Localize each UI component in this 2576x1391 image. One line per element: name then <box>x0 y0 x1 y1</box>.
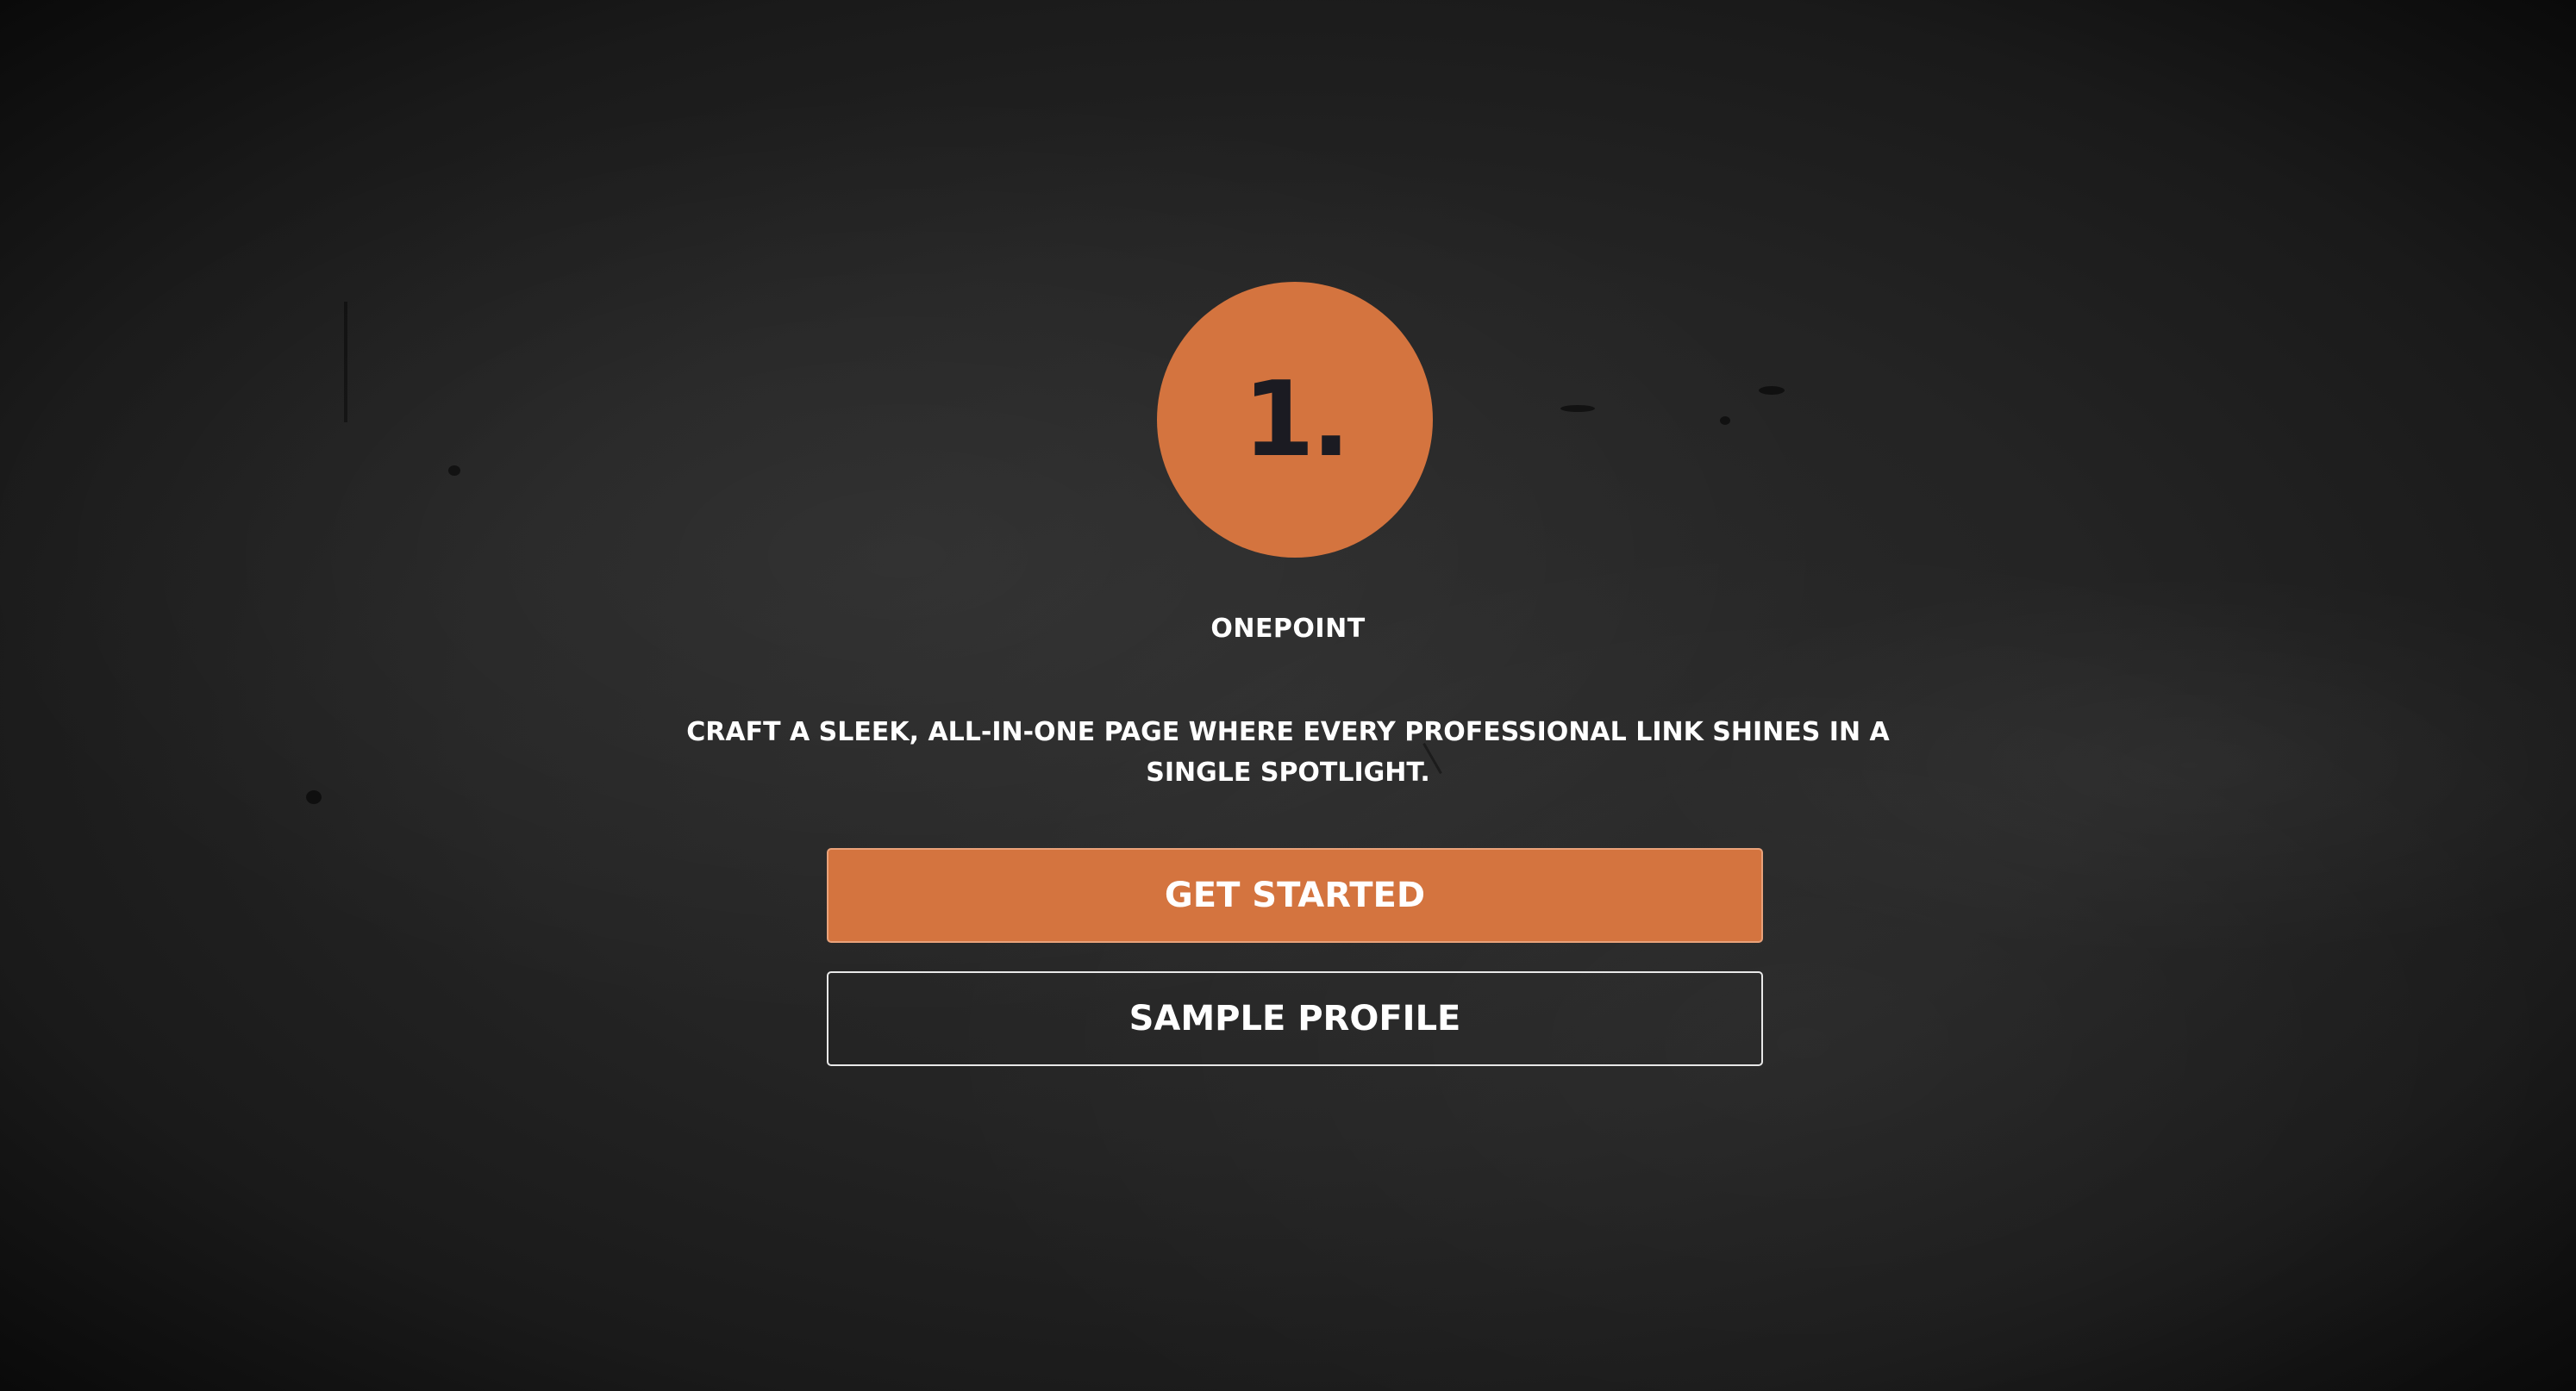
brand-name: ONEPOINT <box>1210 614 1366 644</box>
sample-profile-button[interactable]: SAMPLE PROFILE <box>827 971 1763 1066</box>
logo-badge: 1. <box>1157 282 1433 558</box>
get-started-button-label: GET STARTED <box>1164 876 1426 915</box>
hero-tagline: CRAFT A SLEEK, ALL-IN-ONE PAGE WHERE EVE… <box>686 717 1890 788</box>
landing-hero: 1. ONEPOINT CRAFT A SLEEK, ALL-IN-ONE PA… <box>0 0 2576 1391</box>
sample-profile-button-label: SAMPLE PROFILE <box>1129 999 1461 1039</box>
logo-text: 1. <box>1242 359 1350 480</box>
get-started-button[interactable]: GET STARTED <box>827 848 1763 943</box>
